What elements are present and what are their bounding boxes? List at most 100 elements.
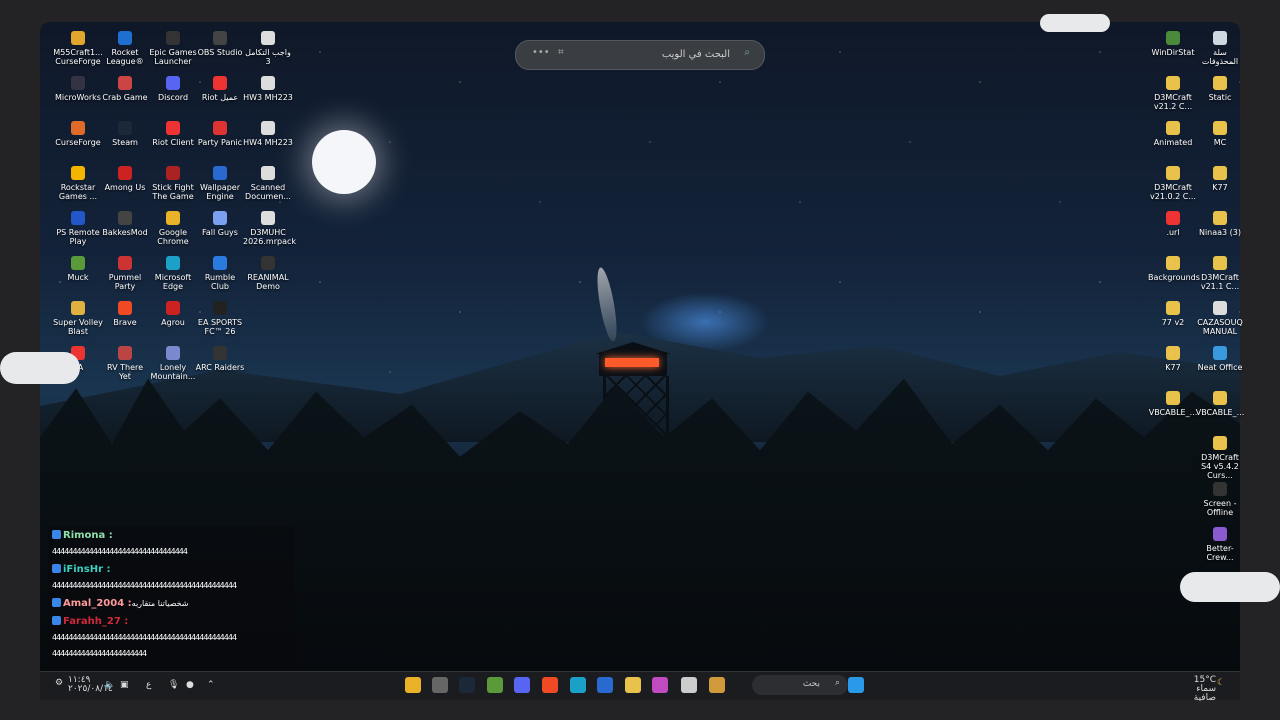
app-icon [71,76,85,90]
desktop-icon[interactable]: VBCABLE_... [1195,391,1245,417]
desktop-icon[interactable]: Static [1195,76,1245,102]
desktop-icon[interactable]: Among Us [100,166,150,192]
desktop-icon[interactable]: CurseForge [53,121,103,147]
desktop-icon[interactable]: Muck [53,256,103,282]
desktop-icon[interactable]: 77 v2 [1148,301,1198,327]
desktop-icon[interactable]: Steam [100,121,150,147]
network-icon[interactable]: ▣ [120,680,129,690]
minecraft-icon[interactable] [487,677,503,693]
desktop-icon[interactable]: WinDirStat [1148,31,1198,57]
badge-icon [52,616,61,625]
edge-icon[interactable] [570,677,586,693]
desktop-icon[interactable]: Animated [1148,121,1198,147]
desktop-icon[interactable]: Epic Games Launcher [148,31,198,66]
search-icon: ⌕ [834,678,840,688]
desktop-icon[interactable]: واجب التكامل 3 [243,31,293,66]
microphone-icon[interactable]: 🎙 [168,680,179,690]
game-icon[interactable] [709,677,725,693]
copilot-icon[interactable] [652,677,668,693]
desktop-icon[interactable]: Google Chrome [148,211,198,246]
app-icon [71,256,85,270]
desktop-icon[interactable]: Rockstar Games ... [53,166,103,201]
desktop-icon[interactable]: Microsoft Edge [148,256,198,291]
desktop-icon[interactable]: Agrou [148,301,198,327]
desktop-icon[interactable]: Super Volley Blast [53,301,103,336]
desktop-icon-label: Riot عميل [201,93,239,102]
desktop-icon[interactable]: Party Panic [195,121,245,147]
desktop-icon[interactable]: Fall Guys [195,211,245,237]
desktop-icon[interactable]: Stick Fight The Game [148,166,198,201]
app-icon [71,211,85,225]
window-icon[interactable] [681,677,697,693]
volume-icon[interactable]: 🔈 [104,680,115,690]
desktop-icon[interactable]: .url [1148,211,1198,237]
app-tray-icon[interactable]: ● [186,680,194,690]
app-icon [166,166,180,180]
desktop-icon[interactable]: Screen - Offline [1195,482,1245,517]
chat-message: Amal_2004 :شخصياتنا متقاربه [52,598,292,609]
explorer-icon[interactable] [625,677,641,693]
store-icon[interactable] [597,677,613,693]
desktop-icon[interactable]: OBS Studio [195,31,245,57]
notification-icon[interactable]: ⚙ [55,678,63,688]
app-icon [261,31,275,45]
desktop-icon[interactable]: D3MCraft S4 v5.4.2 Curs... [1195,436,1245,480]
app-icon [118,301,132,315]
start-icon[interactable] [848,677,864,693]
brave-icon[interactable] [542,677,558,693]
desktop-icon[interactable]: BakkesMod [100,211,150,237]
chrome-icon[interactable] [405,677,421,693]
desktop-icon[interactable]: HW4 MH223 [243,121,293,147]
desktop-icon[interactable]: Neat Office [1195,346,1245,372]
desktop-icon[interactable]: Riot Client [148,121,198,147]
more-icon[interactable]: ••• [532,47,550,58]
desktop-icon[interactable]: Lonely Mountain... [148,346,198,381]
desktop-icon[interactable]: M55Craft1... CurseForge [53,31,103,66]
desktop-icon[interactable]: RV There Yet [100,346,150,381]
desktop-icon-label: 77 v2 [1161,318,1185,327]
desktop-icon[interactable]: CAZASOUQ MANUAL [1195,301,1245,336]
desktop-icon[interactable]: Better-Crew... [1195,527,1245,562]
taskbar-search[interactable]: بحث ⌕ [752,675,848,695]
web-search-bar[interactable]: ••• ⌗ البحث في الويب ⌕ [515,40,765,70]
desktop-icon[interactable]: ARC Raiders [195,346,245,372]
desktop-icon[interactable]: Backgrounds [1148,256,1200,282]
app-icon [166,301,180,315]
desktop-icon[interactable]: MicroWorks [53,76,103,102]
desktop-icon[interactable]: D3MCraft v21.2 C... [1148,76,1198,111]
desktop-icon[interactable]: Rumble Club [195,256,245,291]
desktop-icon[interactable]: VBCABLE_... [1148,391,1198,417]
desktop-icon[interactable]: D3MCraft v21.0.2 C... [1148,166,1198,201]
desktop-icon[interactable]: PS Remote Play [53,211,103,246]
desktop-icon-label: HW3 MH223 [243,93,293,102]
chevron-up-icon[interactable]: ⌃ [207,680,215,690]
settings-icon[interactable] [432,677,448,693]
desktop-icon[interactable]: D3MUHC 2026.mrpack [243,211,296,246]
desktop-icon[interactable]: K77 [1195,166,1245,192]
discord-icon[interactable] [514,677,530,693]
desktop-icon[interactable]: K77 [1148,346,1198,372]
app-icon [213,211,227,225]
desktop-icon[interactable]: REANIMAL Demo [243,256,293,291]
desktop-icon[interactable]: Rocket League® [100,31,150,66]
weather-widget[interactable]: 15°C سماء صافية [1176,676,1216,703]
desktop-icon[interactable]: سلة المحذوفات [1195,31,1245,66]
desktop-icon[interactable]: Riot عميل [195,76,245,102]
desktop-icon[interactable]: HW3 MH223 [243,76,293,102]
app-icon [166,31,180,45]
desktop-icon[interactable]: Brave [100,301,150,327]
app-icon [166,121,180,135]
desktop-icon[interactable]: EA SPORTS FC™ 26 [195,301,245,336]
desktop-icon[interactable]: Crab Game [100,76,150,102]
desktop-icon-label: RV There Yet [106,363,144,381]
language-indicator[interactable]: ع [146,680,151,690]
desktop-icon[interactable]: Ninaa3 (3) [1195,211,1245,237]
desktop-icon[interactable]: MC [1195,121,1245,147]
desktop-icon[interactable]: Scanned Documen... [243,166,293,201]
desktop-icon[interactable]: D3MCraft v21.1 C... [1195,256,1245,291]
visual-search-icon[interactable]: ⌗ [558,47,564,58]
desktop-icon[interactable]: Discord [148,76,198,102]
steam-icon[interactable] [459,677,475,693]
desktop-icon[interactable]: Wallpaper Engine [195,166,245,201]
desktop-icon[interactable]: Pummel Party [100,256,150,291]
